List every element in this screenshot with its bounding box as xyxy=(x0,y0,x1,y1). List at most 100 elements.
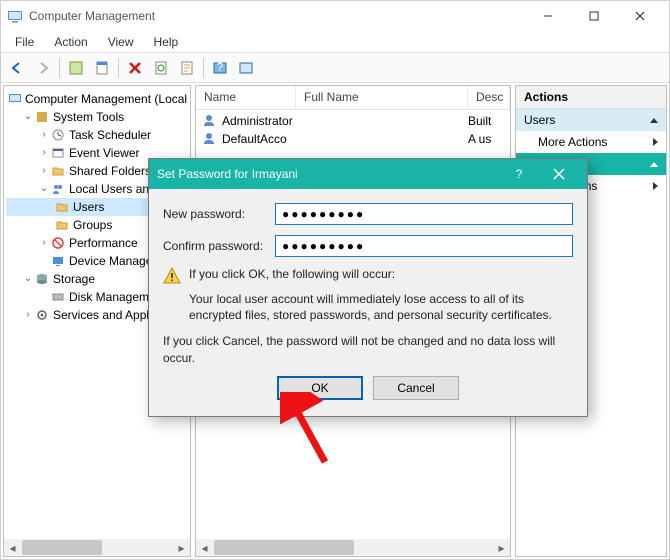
tree-label: Storage xyxy=(53,270,95,288)
separator xyxy=(59,58,60,78)
user-icon xyxy=(202,113,218,129)
cell-desc: Built xyxy=(468,114,510,128)
collapse-icon xyxy=(650,162,658,167)
confirm-password-input[interactable] xyxy=(275,235,573,257)
window-title: Computer Management xyxy=(29,9,525,23)
col-fullname[interactable]: Full Name xyxy=(296,86,468,109)
tree-label: Task Scheduler xyxy=(69,126,151,144)
delete-button[interactable] xyxy=(123,56,147,80)
storage-icon xyxy=(34,271,50,287)
device-icon xyxy=(50,253,66,269)
warning-detail-2: If you click Cancel, the password will n… xyxy=(163,333,573,365)
scroll-thumb[interactable] xyxy=(214,540,354,555)
separator xyxy=(118,58,119,78)
up-button[interactable] xyxy=(64,56,88,80)
tree-label: Services and Applic xyxy=(53,306,158,324)
tree-system-tools[interactable]: ⌄System Tools xyxy=(6,108,188,126)
tree-label: System Tools xyxy=(53,108,124,126)
actions-group-users[interactable]: Users xyxy=(516,109,666,131)
tree-label: Computer Management (Local xyxy=(25,90,187,108)
menu-file[interactable]: File xyxy=(5,33,44,51)
warning-icon xyxy=(163,267,181,285)
dialog-close-button[interactable] xyxy=(539,159,579,189)
menu-help[interactable]: Help xyxy=(144,33,189,51)
actions-item-label: More Actions xyxy=(538,135,607,149)
list-row[interactable]: DefaultAcco A us xyxy=(196,130,510,148)
actions-header: Actions xyxy=(516,86,666,109)
scroll-left-icon[interactable]: ◂ xyxy=(4,539,21,556)
export-button[interactable] xyxy=(175,56,199,80)
collapse-icon xyxy=(650,118,658,123)
users-group-icon xyxy=(50,181,66,197)
tree-hscrollbar[interactable]: ◂ ▸ xyxy=(4,539,190,556)
folder-icon xyxy=(54,199,70,215)
cancel-button[interactable]: Cancel xyxy=(373,376,459,400)
set-password-dialog: Set Password for Irmayani ? New password… xyxy=(148,158,588,417)
back-button[interactable] xyxy=(5,56,29,80)
confirm-password-label: Confirm password: xyxy=(163,239,275,253)
scroll-left-icon[interactable]: ◂ xyxy=(196,539,213,556)
tree-task-scheduler[interactable]: ›Task Scheduler xyxy=(6,126,188,144)
scroll-right-icon[interactable]: ▸ xyxy=(173,539,190,556)
minimize-button[interactable] xyxy=(525,1,571,31)
dialog-body: New password: Confirm password: If you c… xyxy=(149,189,587,416)
tools-icon xyxy=(34,109,50,125)
refresh-button[interactable] xyxy=(149,56,173,80)
close-button[interactable] xyxy=(617,1,663,31)
tree-label: Local Users and xyxy=(69,180,156,198)
separator xyxy=(203,58,204,78)
folder-icon xyxy=(54,217,70,233)
cell-name: Administrator xyxy=(222,114,316,128)
menubar: File Action View Help xyxy=(1,31,669,53)
tree-label: Performance xyxy=(69,234,138,252)
shared-folder-icon xyxy=(50,163,66,179)
forward-button[interactable] xyxy=(31,56,55,80)
user-icon xyxy=(202,131,218,147)
menu-action[interactable]: Action xyxy=(44,33,97,51)
help-button[interactable]: ? xyxy=(208,56,232,80)
titlebar: Computer Management xyxy=(1,1,669,31)
view-button[interactable] xyxy=(234,56,258,80)
clock-icon xyxy=(50,127,66,143)
properties-button[interactable] xyxy=(90,56,114,80)
dialog-titlebar: Set Password for Irmayani ? xyxy=(149,159,587,189)
tree-label: Users xyxy=(73,198,104,216)
cancel-label: Cancel xyxy=(397,381,434,395)
dialog-help-button[interactable]: ? xyxy=(499,159,539,189)
list-header: Name Full Name Desc xyxy=(196,86,510,110)
cell-desc: A us xyxy=(468,132,510,146)
app-icon xyxy=(7,8,23,24)
actions-group-label: Users xyxy=(524,113,555,127)
tree-label: Device Manage xyxy=(69,252,152,270)
tree-label: Event Viewer xyxy=(69,144,139,162)
warning-detail-1: Your local user account will immediately… xyxy=(189,291,573,323)
col-description[interactable]: Desc xyxy=(468,86,510,109)
tree-label: Groups xyxy=(73,216,112,234)
performance-icon xyxy=(50,235,66,251)
computer-icon xyxy=(8,91,22,107)
actions-more-1[interactable]: More Actions xyxy=(516,131,666,153)
scroll-thumb[interactable] xyxy=(22,540,102,555)
dialog-title: Set Password for Irmayani xyxy=(157,167,499,181)
new-password-label: New password: xyxy=(163,207,275,221)
list-row[interactable]: Administrator Built xyxy=(196,112,510,130)
col-name[interactable]: Name xyxy=(196,86,296,109)
scroll-right-icon[interactable]: ▸ xyxy=(493,539,510,556)
list-hscrollbar[interactable]: ◂ ▸ xyxy=(196,539,510,556)
warning-heading: If you click OK, the following will occu… xyxy=(189,267,395,285)
svg-text:?: ? xyxy=(217,60,224,74)
ok-label: OK xyxy=(311,381,328,395)
chevron-right-icon xyxy=(653,138,658,146)
new-password-input[interactable] xyxy=(275,203,573,225)
menu-view[interactable]: View xyxy=(98,33,144,51)
chevron-right-icon xyxy=(653,182,658,190)
toolbar: ? xyxy=(1,53,669,83)
tree-label: Shared Folders xyxy=(69,162,151,180)
disk-icon xyxy=(50,289,66,305)
ok-button[interactable]: OK xyxy=(277,376,363,400)
maximize-button[interactable] xyxy=(571,1,617,31)
cell-name: DefaultAcco xyxy=(222,132,316,146)
tree-root[interactable]: Computer Management (Local xyxy=(6,90,188,108)
event-icon xyxy=(50,145,66,161)
gear-icon xyxy=(34,307,50,323)
